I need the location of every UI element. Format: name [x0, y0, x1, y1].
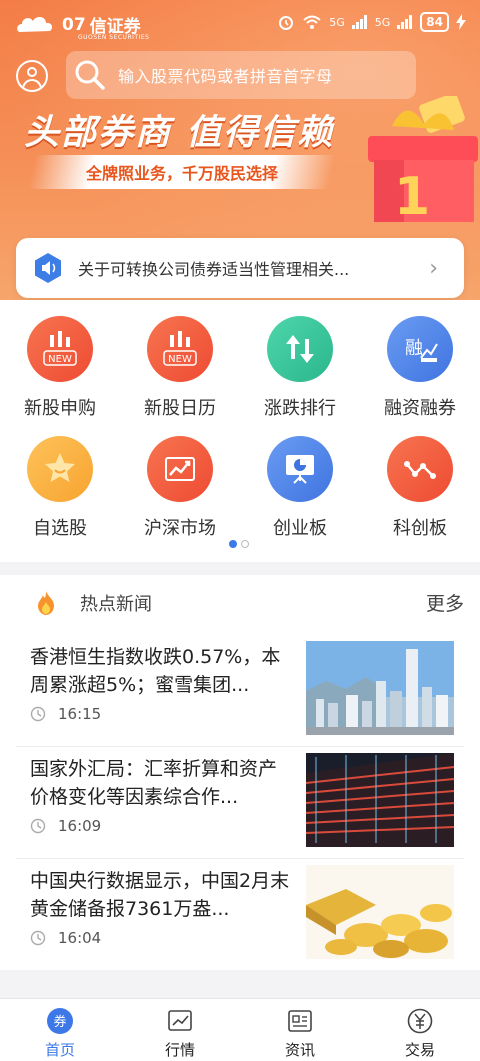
svg-text:NEW: NEW [48, 354, 72, 365]
brand-prefix: 07 [62, 14, 86, 35]
tab-home[interactable]: 券 首页 [0, 999, 120, 1061]
svg-text:券: 券 [53, 1014, 66, 1030]
signal-icon-2 [397, 15, 413, 29]
search-icon [75, 60, 105, 90]
chart-icon [168, 1010, 192, 1031]
brand-cloud-icon [17, 16, 53, 32]
menu-label: 沪深市场 [144, 518, 216, 539]
tab-trade[interactable]: 交易 [360, 999, 480, 1061]
presentation-board-icon [267, 436, 333, 502]
menu-label: 科创板 [393, 518, 447, 539]
news-time: 16:09 [30, 817, 101, 835]
status-bar: 07 信证券 GUOSEN SECURITIES 5G 5G 84 [0, 0, 480, 44]
menu-label: 创业板 [273, 518, 327, 539]
gift-box-icon: 1 [368, 96, 478, 226]
yuan-icon [407, 1008, 433, 1034]
clock-icon [30, 818, 46, 834]
brand-subtitle: GUOSEN SECURITIES [78, 34, 150, 41]
news-title: 香港恒生指数收跌0.57%，本周累涨超5%；蜜雪集团... [30, 646, 281, 696]
banner-title: 头部券商 值得信赖 [24, 113, 335, 153]
news-icon [288, 1010, 312, 1032]
menu-label: 涨跌排行 [264, 398, 336, 419]
tab-label: 交易 [404, 1041, 435, 1059]
fire-icon [38, 591, 54, 615]
signal-icon [351, 15, 367, 29]
svg-text:融: 融 [405, 338, 423, 359]
wifi-icon [303, 15, 321, 29]
tab-label: 首页 [44, 1041, 75, 1059]
banner-subtitle-ribbon: 全牌照业务，千万股民选择 [28, 155, 336, 189]
star-smile-icon [27, 436, 93, 502]
coupon-icon: 券 [47, 1008, 73, 1034]
charging-icon [456, 14, 466, 30]
new-chart-icon: NEW [147, 316, 213, 382]
menu-label: 融资融券 [384, 398, 456, 419]
chevron-right-icon: › [429, 255, 438, 281]
news-header: 热点新闻 更多 [0, 575, 480, 629]
gold-coins-image [306, 865, 454, 959]
news-title: 国家外汇局：汇率折算和资产价格变化等因素综合作... [30, 758, 278, 808]
status-icons: 5G 5G 84 [277, 12, 466, 32]
menu-watchlist[interactable]: 自选股 [0, 436, 120, 540]
hot-news-section: 热点新闻 更多 香港恒生指数收跌0.57%，本周累涨超5%；蜜雪集团... 16… [0, 575, 480, 970]
bottom-tab-bar: 券 首页 行情 资讯 交易 [0, 998, 480, 1061]
menu-margin-trading[interactable]: 融 融资融券 [360, 316, 480, 420]
page-dot-active[interactable] [229, 540, 237, 548]
battery-indicator: 84 [420, 12, 449, 32]
search-input[interactable]: 输入股票代码或者拼音首字母 [66, 51, 416, 99]
news-header-title: 热点新闻 [80, 594, 152, 615]
banner-subtitle: 全牌照业务，千万股民选择 [85, 164, 278, 183]
menu-label: 新股申购 [24, 398, 96, 419]
news-time-text: 16:04 [58, 929, 102, 947]
menu-sh-sz-market[interactable]: 沪深市场 [120, 436, 240, 540]
tab-label: 资讯 [284, 1041, 315, 1059]
margin-trading-icon: 融 [387, 316, 453, 382]
menu-gainers-losers[interactable]: 涨跌排行 [240, 316, 360, 420]
hong-kong-skyline-image [306, 641, 454, 735]
line-nodes-icon [387, 436, 453, 502]
news-title: 中国央行数据显示，中国2月末黄金储备报7361万盎... [30, 870, 290, 920]
brand-logo: 07 信证券 GUOSEN SECURITIES [16, 12, 149, 41]
menu-ipo-calendar[interactable]: NEW 新股日历 [120, 316, 240, 420]
svg-text:1: 1 [394, 167, 430, 226]
clock-icon [30, 706, 46, 722]
alarm-icon [279, 16, 294, 30]
tab-news[interactable]: 资讯 [240, 999, 360, 1061]
top-row: 输入股票代码或者拼音首字母 [0, 50, 480, 100]
trend-chart-icon [147, 436, 213, 502]
news-item[interactable]: 国家外汇局：汇率折算和资产价格变化等因素综合作... 16:09 [16, 747, 464, 859]
tab-market[interactable]: 行情 [120, 999, 240, 1061]
speaker-icon [35, 253, 61, 283]
page-indicator[interactable] [229, 540, 249, 548]
stock-board-image [306, 753, 454, 847]
up-down-arrows-icon [267, 316, 333, 382]
tab-label: 行情 [164, 1041, 195, 1059]
notice-text: 关于可转换公司债券适当性管理相关... [78, 260, 350, 279]
new-chart-icon: NEW [27, 316, 93, 382]
svg-text:NEW: NEW [168, 354, 192, 365]
news-time-text: 16:09 [58, 817, 102, 835]
menu-label: 自选股 [33, 518, 87, 539]
news-time: 16:15 [30, 705, 101, 723]
menu-star-market[interactable]: 科创板 [360, 436, 480, 540]
news-time-text: 16:15 [58, 705, 102, 723]
more-link[interactable]: 更多 [426, 589, 464, 616]
signal-label-2: 5G [374, 15, 391, 29]
menu-ipo-subscribe[interactable]: NEW 新股申购 [0, 316, 120, 420]
signal-label-1: 5G [329, 15, 345, 29]
notice-bar[interactable]: 关于可转换公司债券适当性管理相关... › [16, 238, 464, 298]
page-dot[interactable] [241, 540, 249, 548]
menu-chinext[interactable]: 创业板 [240, 436, 360, 540]
quick-menu: NEW 新股申购 NEW 新股日历 涨跌排行 融 融资融券 自选股 沪深市场 创… [0, 300, 480, 562]
news-time: 16:04 [30, 929, 101, 947]
search-placeholder: 输入股票代码或者拼音首字母 [118, 67, 333, 86]
news-item[interactable]: 香港恒生指数收跌0.57%，本周累涨超5%；蜜雪集团... 16:15 [16, 635, 464, 747]
menu-label: 新股日历 [144, 398, 216, 419]
user-avatar-icon[interactable] [16, 60, 48, 92]
clock-icon [30, 930, 46, 946]
news-item[interactable]: 中国央行数据显示，中国2月末黄金储备报7361万盎... 16:04 [16, 859, 464, 971]
